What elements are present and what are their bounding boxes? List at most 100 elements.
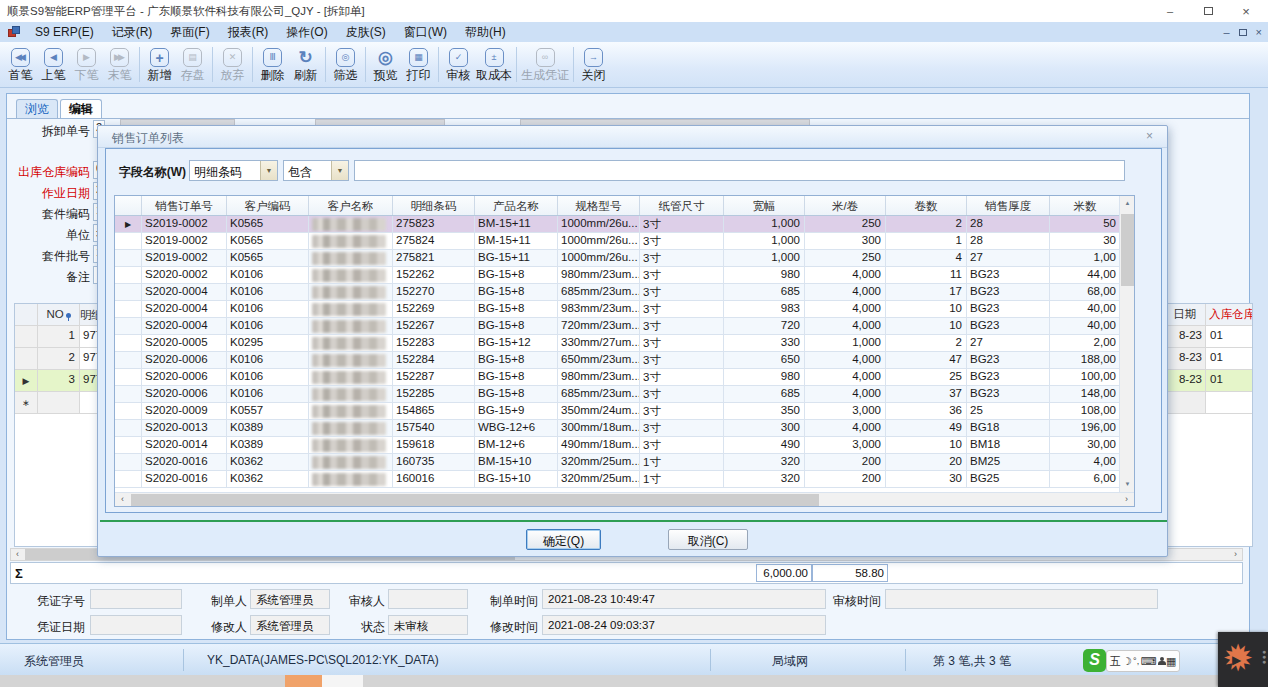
sales-order-row[interactable]: S2019-0002K0565275821BG-15+111000mm/26u.… [115,250,1134,267]
grid-row[interactable]: 8-2301 [1167,348,1252,370]
scroll-right-icon[interactable]: › [1119,493,1134,506]
grid-row[interactable] [1167,392,1252,414]
sales-order-row[interactable]: S2020-0013K0389157540WBG-12+6300mm/18um.… [115,420,1134,437]
menu-item-2[interactable]: 界面(F) [161,22,218,42]
table-header[interactable]: 销售订单号客户编码客户名称明细条码产品名称规格型号纸管尺寸宽幅米/卷卷数销售厚度… [115,196,1134,216]
table-vertical-scrollbar[interactable]: ▲ ▼ [1119,196,1134,492]
ok-button[interactable]: 确定(Q) [526,529,601,550]
mdi-window-controls[interactable]: –× [1223,22,1262,42]
window-close-button[interactable]: × [1228,0,1264,22]
column-header[interactable]: 客户编码 [227,196,309,215]
close-form-icon: → [584,48,603,67]
tab-浏览[interactable]: 浏览 [16,99,58,119]
taskbar-sliver [0,675,1268,687]
toolbar-gen-voucher-button: ∞ 生成凭证 [520,44,570,85]
sales-order-row[interactable]: S2020-0002K0106152262BG-15+8980mm/23um..… [115,267,1134,284]
toolbar-refresh-button[interactable]: ↻ 刷新 [289,44,322,85]
divider-line [100,520,1167,522]
window-title: 顺景S9智能ERP管理平台 - 广东顺景软件科技有限公司_QJY - [拆卸单] [7,4,365,19]
tab-编辑[interactable]: 编辑 [60,99,102,119]
menu-item-3[interactable]: 报表(R) [219,22,278,42]
menu-item-4[interactable]: 操作(O) [277,22,336,42]
new-icon: + [150,48,169,67]
scrollbar-thumb[interactable] [1121,214,1134,286]
form-label: 套件批号 [5,248,90,265]
toolbar-first-record-button[interactable]: ◀◀ 首笔 [4,44,37,85]
app-icon [8,26,20,37]
redacted-customer-name [312,303,386,316]
toolbar-preview-button[interactable]: ◎ 预览 [369,44,402,85]
sales-order-row[interactable]: S2020-0016K0362160016BG-15+10320mm/25um.… [115,471,1134,488]
footer-field: 未审核 [388,615,468,635]
toolbar-last-record-button: ▶▶ 末笔 [103,44,136,85]
scroll-down-icon[interactable]: ▼ [1120,477,1135,492]
sogou-ime-logo[interactable]: S [1083,649,1106,672]
toolbar-delete-button[interactable]: Ⅲ 删除 [256,44,289,85]
column-header[interactable]: 销售厚度 [967,196,1050,215]
column-header[interactable]: 客户名称 [309,196,393,215]
filter-op-combo[interactable]: 包含▼ [283,160,349,181]
grid-row[interactable]: ∗ [15,392,104,414]
menu-item-1[interactable]: 记录(R) [103,22,162,42]
toolbar-audit-button[interactable]: ✓ 审核 [442,44,475,85]
column-header[interactable]: 纸管尺寸 [640,196,724,215]
grid-row[interactable]: 197792 [15,326,104,348]
scroll-right-icon[interactable]: › [1229,549,1242,560]
menu-item-7[interactable]: 帮助(H) [456,22,515,42]
footer-label: 审核时间 [823,593,881,610]
menu-item-0[interactable]: S9 ERP(E) [26,22,103,42]
sales-order-row[interactable]: ▶S2019-0002K0565275823BM-15+111000mm/26u… [115,216,1134,233]
column-header[interactable]: 卷数 [886,196,967,215]
filter-field-combo[interactable]: 明细条码▼ [189,160,278,181]
column-header[interactable]: 米/卷 [805,196,886,215]
sales-order-row[interactable]: S2020-0004K0106152269BG-15+8983mm/23um..… [115,301,1134,318]
screen-recorder-overlay[interactable]: ✹ ▶ ●●● [1218,632,1268,687]
ime-toolbar[interactable]: 五 ☽ °, ⌨ ▦ [1106,650,1180,672]
toolbar-close-form-button[interactable]: → 关闭 [577,44,610,85]
sales-order-row[interactable]: S2020-0004K0106152270BG-15+8685mm/23um..… [115,284,1134,301]
cancel-button[interactable]: 取消(C) [668,529,748,550]
scroll-up-icon[interactable]: ▲ [1120,196,1135,211]
toolbar-discard-button: ✕ 放弃 [216,44,249,85]
column-header[interactable]: 明细条码 [393,196,475,215]
column-header[interactable]: 产品名称 [475,196,558,215]
grid-row[interactable]: 8-2301 [1167,370,1252,392]
toolbar-new-button[interactable]: + 新增 [143,44,176,85]
toolbar-get-cost-button[interactable]: ± 取成本 [475,44,513,85]
grid-row[interactable]: ▶397792 [15,370,104,392]
sales-order-row[interactable]: S2020-0006K0106152284BG-15+8650mm/23um..… [115,352,1134,369]
grid-row[interactable]: 8-2301 [1167,326,1252,348]
sales-order-row[interactable]: S2020-0016K0362160735BM-15+10320mm/25um.… [115,454,1134,471]
window-minimize-button[interactable]: – [1152,0,1188,22]
window-restore-button[interactable] [1190,0,1226,22]
scrollbar-thumb[interactable] [131,494,819,506]
scroll-left-icon[interactable]: ‹ [115,493,130,506]
footer-label: 修改时间 [480,619,538,636]
sales-order-row[interactable]: S2020-0014K0389159618BM-12+6490mm/18um..… [115,437,1134,454]
footer-label: 制单人 [205,593,247,610]
sales-order-row[interactable]: S2020-0006K0106152287BG-15+8980mm/23um..… [115,369,1134,386]
sales-order-row[interactable]: S2019-0002K0565275824BM-15+111000mm/26u.… [115,233,1134,250]
ime-wubi-icon: 五 [1110,656,1121,667]
grid-row[interactable]: 297792 [15,348,104,370]
sales-order-row[interactable]: S2020-0004K0106152267BG-15+8720mm/23um..… [115,318,1134,335]
filter-value-input[interactable] [354,160,1125,181]
footer-field: 2021-08-24 09:03:37 [542,615,826,635]
menu-item-6[interactable]: 窗口(W) [395,22,456,42]
column-header[interactable]: 规格型号 [558,196,640,215]
taskbar-app[interactable] [322,675,363,687]
menu-item-5[interactable]: 皮肤(S) [337,22,395,42]
sales-order-row[interactable]: S2020-0005K0295152283BG-15+12330mm/27um.… [115,335,1134,352]
taskbar-active-app[interactable] [285,675,322,687]
column-header[interactable]: 米数 [1050,196,1121,215]
toolbar-prev-record-button[interactable]: ◀ 上笔 [37,44,70,85]
sales-order-row[interactable]: S2020-0009K0557154865BG-15+9350mm/24um..… [115,403,1134,420]
toolbar-filter-button[interactable]: ◎ 筛选 [329,44,362,85]
column-header[interactable]: 销售订单号 [142,196,227,215]
table-horizontal-scrollbar[interactable]: ‹ › [115,492,1134,506]
toolbar-print-button[interactable]: ▦ 打印 [402,44,435,85]
column-header[interactable]: 宽幅 [724,196,805,215]
sales-order-row[interactable]: S2020-0006K0106152285BG-15+8685mm/23um..… [115,386,1134,403]
dialog-close-icon[interactable]: × [1146,129,1153,143]
scroll-left-icon[interactable]: ‹ [11,549,24,560]
